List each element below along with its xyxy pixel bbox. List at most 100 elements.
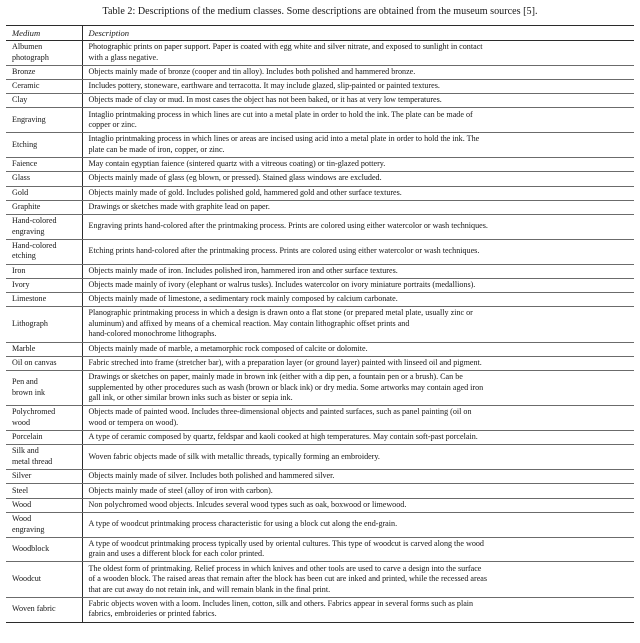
table-row: Silk and metal thread Woven fabric objects… — [6, 444, 634, 471]
cell-medium: Hand-colored engraving — [6, 214, 83, 240]
cell-medium: Ivory — [6, 278, 83, 294]
description-line: Drawings or sketches made with graphite … — [88, 201, 270, 211]
table-row: Etching Intaglio printmaking process in w… — [6, 132, 634, 159]
cell-description: Objects mainly made of limestone, a sedi… — [82, 292, 634, 308]
table-row: Woodcut The oldest form of printmaking. R… — [6, 561, 634, 598]
cell-description: Objects mainly made of steel (alloy of i… — [82, 483, 634, 499]
cell-description: The oldest form of printmaking. Relief p… — [82, 561, 634, 598]
cell-description: Objects mainly made of marble, a metamor… — [82, 342, 634, 357]
medium-line: photograph — [12, 52, 49, 62]
description-line: Objects made mainly of ivory (elephant o… — [88, 279, 476, 289]
cell-medium: Glass — [6, 171, 83, 187]
medium-line: wood — [12, 418, 30, 428]
description-line: supplemented by other procedures such as… — [88, 382, 484, 392]
table-row: Lithograph Planographic printmaking proce… — [6, 306, 634, 343]
medium-line: Graphite — [12, 201, 41, 211]
medium-classes-table: Medium Description Albumen photograph Phot… — [6, 25, 634, 623]
table-row: Clay Objects made of clay or mud. In most… — [6, 93, 634, 109]
medium-line: Lithograph — [12, 318, 48, 328]
cell-medium: Steel — [6, 483, 83, 499]
table-row: Woven fabric Fabric objects woven with a … — [6, 597, 634, 623]
description-line: of a wooden block. The raised areas that… — [88, 574, 488, 584]
cell-description: Woven fabric objects made of silk with m… — [82, 444, 634, 471]
description-line: Planographic printmaking process in whic… — [88, 308, 473, 318]
medium-line: Pen and — [12, 377, 38, 387]
table-row: Silver Objects mainly made of silver. Inc… — [6, 469, 634, 485]
column-header-medium: Medium — [6, 25, 83, 41]
medium-line: Ivory — [12, 279, 30, 289]
cell-description: A type of ceramic composed by quartz, fe… — [82, 430, 634, 446]
medium-line: Polychromed — [12, 407, 56, 417]
medium-line: brown ink — [12, 387, 46, 397]
table-row: Oil on canvas Fabric streched into frame … — [6, 356, 634, 372]
description-line: Objects mainly made of silver. Includes … — [88, 471, 335, 481]
table-row: Faience May contain egyptian faience (sin… — [6, 157, 634, 173]
cell-description: Objects mainly made of bronze (cooper an… — [82, 65, 634, 81]
cell-medium: Woven fabric — [6, 597, 83, 623]
description-line: Objects mainly made of iron. Includes po… — [88, 265, 398, 275]
description-line: Fabric objects woven with a loom. Includ… — [88, 598, 474, 608]
table-row: Gold Objects mainly made of gold. Include… — [6, 186, 634, 201]
cell-medium: Iron — [6, 264, 83, 279]
medium-line: Engraving — [12, 114, 46, 124]
description-line: aluminum) and affixed by means of a chem… — [88, 318, 410, 328]
cell-medium: Wood — [6, 498, 83, 513]
cell-medium: Woodblock — [6, 537, 83, 563]
cell-medium: Faience — [6, 157, 83, 173]
medium-line: Woodblock — [12, 544, 50, 554]
table-row: Wood Non polychromed wood objects. Inlcud… — [6, 498, 634, 513]
description-line: Photographic prints on paper support. Pa… — [88, 42, 483, 52]
medium-line: Bronze — [12, 66, 36, 76]
table-row: Iron Objects mainly made of iron. Include… — [6, 264, 634, 279]
cell-description: Engraving prints hand-colored after the … — [82, 214, 634, 240]
medium-line: Faience — [12, 159, 38, 169]
cell-medium: Wood engraving — [6, 512, 83, 538]
cell-medium: Pen and brown ink — [6, 370, 83, 407]
table-row: Bronze Objects mainly made of bronze (coo… — [6, 65, 634, 81]
description-line: fabrics, embroideries or printed fabrics… — [88, 609, 217, 619]
document-page: Table 2: Descriptions of the medium clas… — [0, 0, 640, 643]
medium-line: Silver — [12, 471, 32, 481]
column-header-description: Description — [82, 25, 634, 41]
table-row: Pen and brown ink Drawings or sketches on … — [6, 370, 634, 407]
table-row: Hand-colored etching Etching prints hand-c… — [6, 239, 634, 265]
description-line: May contain egyptian faience (sintered q… — [88, 159, 386, 169]
cell-description: Intaglio printmaking process in which li… — [82, 132, 634, 159]
table-row: Wood engraving A type of woodcut printmaki… — [6, 512, 634, 538]
cell-medium: Woodcut — [6, 561, 83, 598]
cell-description: Objects made mainly of ivory (elephant o… — [82, 278, 634, 294]
medium-line: Clay — [12, 95, 28, 105]
cell-medium: Marble — [6, 342, 83, 357]
cell-medium: Albumen photograph — [6, 40, 83, 66]
cell-medium: Engraving — [6, 107, 83, 134]
medium-line: Woven fabric — [12, 604, 56, 614]
medium-line: Oil on canvas — [12, 357, 57, 367]
medium-line: Hand-colored — [12, 216, 57, 226]
cell-description: Etching prints hand-colored after the pr… — [82, 239, 634, 265]
description-line: The oldest form of printmaking. Relief p… — [88, 563, 482, 573]
medium-line: engraving — [12, 226, 45, 236]
medium-line: Wood — [12, 499, 32, 509]
description-line: copper or zinc. — [88, 120, 137, 130]
table-header-row: Medium Description — [6, 25, 634, 41]
cell-description: Fabric objects woven with a loom. Includ… — [82, 597, 634, 623]
table-row: Steel Objects mainly made of steel (alloy… — [6, 483, 634, 499]
cell-medium: Clay — [6, 93, 83, 109]
cell-description: Objects mainly made of glass (eg blown, … — [82, 171, 634, 187]
description-line: Objects made of painted wood. Includes t… — [88, 407, 472, 417]
medium-line: Albumen — [12, 42, 43, 52]
description-line: A type of woodcut printmaking process ty… — [88, 538, 484, 548]
cell-medium: Lithograph — [6, 306, 83, 343]
medium-line: Iron — [12, 265, 26, 275]
cell-description: Drawings or sketches on paper, mainly ma… — [82, 370, 634, 407]
medium-line: Gold — [12, 187, 29, 197]
description-line: Objects mainly made of limestone, a sedi… — [88, 294, 398, 304]
medium-line: Hand-colored — [12, 240, 57, 250]
medium-line: Steel — [12, 485, 29, 495]
cell-medium: Oil on canvas — [6, 356, 83, 372]
cell-medium: Ceramic — [6, 79, 83, 95]
cell-description: Photographic prints on paper support. Pa… — [82, 40, 634, 66]
cell-description: Objects mainly made of silver. Includes … — [82, 469, 634, 485]
cell-description: A type of woodcut printmaking process ch… — [82, 512, 634, 538]
cell-description: Drawings or sketches made with graphite … — [82, 200, 634, 215]
